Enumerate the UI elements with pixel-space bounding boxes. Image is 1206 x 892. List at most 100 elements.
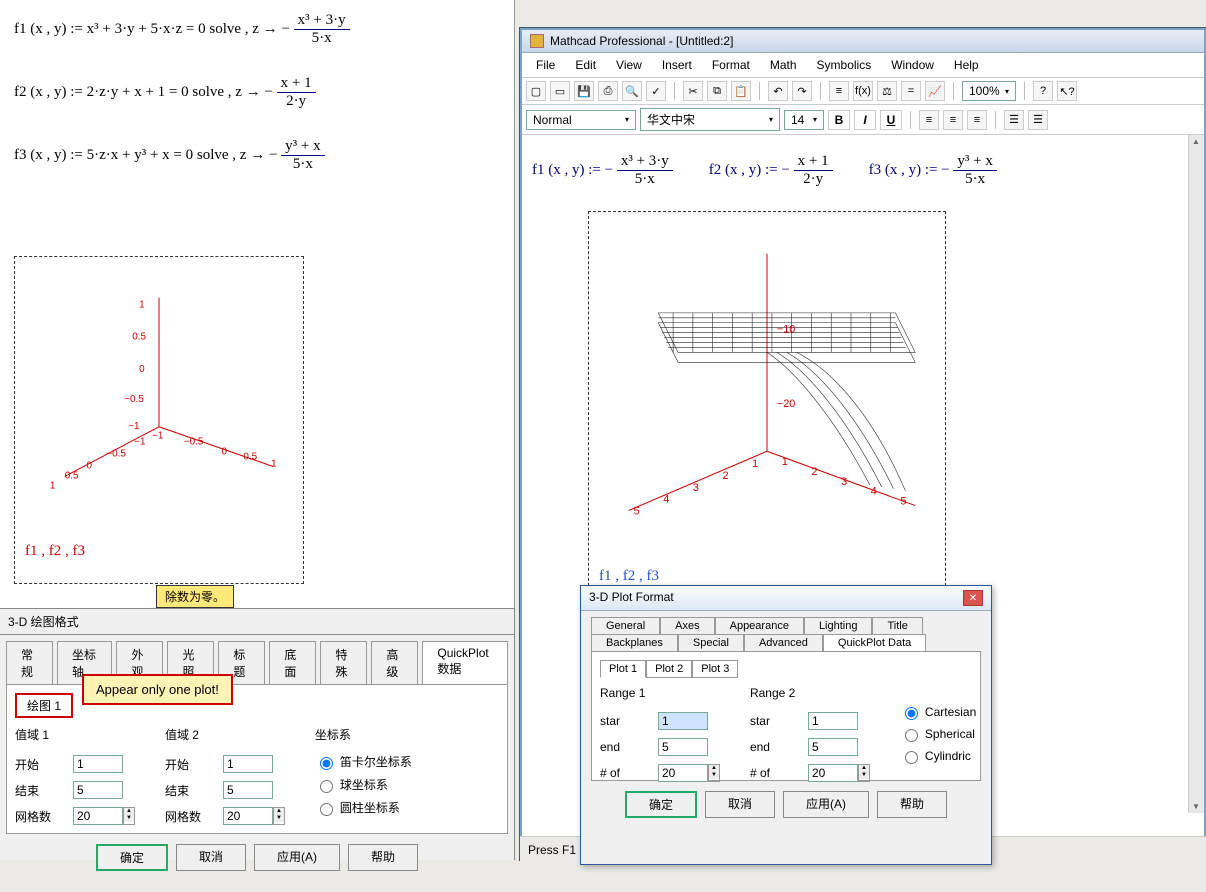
range1-start[interactable] [73,755,123,773]
radio-cylindrical-en[interactable]: Cylindric [900,748,976,764]
ok-button-en[interactable]: 确定 [625,791,697,818]
range1-group: 值域 1 开始 结束 网格数 ▲▼ [15,726,135,825]
eq-f3[interactable]: f3 (x , y) := 5·z·x + y³ + x = 0 solve ,… [14,138,500,173]
tab-backplanes[interactable]: 底面 [269,641,316,684]
apply-button-en[interactable]: 应用(A) [783,791,869,818]
radio-cylindrical[interactable]: 圆柱坐标系 [315,799,412,816]
range2-start[interactable] [223,755,273,773]
right-3d-plot[interactable]: −10 −20 12345 12345 f1 , f2 , f3 [588,211,946,611]
open-icon[interactable]: ▭ [550,81,570,101]
spin-buttons[interactable]: ▲▼ [273,807,285,825]
eq-f2[interactable]: f2 (x , y) := 2·z·y + x + 1 = 0 solve , … [14,75,500,110]
tab-special[interactable]: 特殊 [320,641,367,684]
ok-button[interactable]: 确定 [96,844,168,871]
tab-general[interactable]: 常规 [6,641,53,684]
eq-f3-right[interactable]: f3 (x , y) := − y³ + x5·x [869,153,997,188]
zoom-dropdown[interactable]: 100% [962,81,1016,101]
window-titlebar[interactable]: Mathcad Professional - [Untitled:2] [522,30,1204,53]
range1-end-en[interactable] [658,738,708,756]
spin-buttons[interactable]: ▲▼ [858,764,870,782]
tab-title-en[interactable]: Title [872,617,922,634]
menu-window[interactable]: Window [883,56,942,74]
help-icon[interactable]: ? [1033,81,1053,101]
tab-quickplot-data[interactable]: QuickPlot 数据 [422,641,508,684]
menu-insert[interactable]: Insert [654,56,700,74]
print-icon[interactable]: ⎙ [598,81,618,101]
fx-icon[interactable]: f(x) [853,81,873,101]
cancel-button-en[interactable]: 取消 [705,791,775,818]
pointer-help-icon[interactable]: ↖? [1057,81,1077,101]
range2-grid-en[interactable] [808,764,858,782]
menu-view[interactable]: View [608,56,650,74]
redo-icon[interactable]: ↷ [792,81,812,101]
align-icon[interactable]: ≡ [829,81,849,101]
sub-tab-plot3-en[interactable]: Plot 3 [692,660,738,678]
style-dropdown[interactable]: Normal [526,110,636,130]
tab-special-en[interactable]: Special [678,634,744,651]
plot-function-list[interactable]: f1 , f2 , f3 [15,537,303,566]
save-icon[interactable]: 💾 [574,81,594,101]
range2-start-en[interactable] [808,712,858,730]
help-button[interactable]: 帮助 [348,844,418,871]
font-dropdown[interactable]: 华文中宋 [640,108,780,131]
align-center-icon[interactable]: ≡ [943,110,963,130]
menu-math[interactable]: Math [762,56,805,74]
new-icon[interactable]: ▢ [526,81,546,101]
help-button-en[interactable]: 帮助 [877,791,947,818]
close-button[interactable]: ✕ [963,590,983,606]
sub-tab-plot1[interactable]: 绘图 1 [15,693,73,718]
spin-buttons[interactable]: ▲▼ [123,807,135,825]
tab-backplanes-en[interactable]: Backplanes [591,634,678,651]
range1-grid-en[interactable] [658,764,708,782]
menu-format[interactable]: Format [704,56,758,74]
calc-icon[interactable]: = [901,81,921,101]
bold-button[interactable]: B [828,110,850,130]
menu-file[interactable]: File [528,56,563,74]
tab-quickplotdata-en[interactable]: QuickPlot Data [823,634,926,651]
spin-buttons[interactable]: ▲▼ [708,764,720,782]
radio-cartesian-en[interactable]: Cartesian [900,704,976,720]
apply-button[interactable]: 应用(A) [254,844,340,871]
spell-icon[interactable]: ✓ [646,81,666,101]
tab-lighting-en[interactable]: Lighting [804,617,873,634]
cut-icon[interactable]: ✂ [683,81,703,101]
tab-advanced-en[interactable]: Advanced [744,634,823,651]
radio-spherical[interactable]: 球坐标系 [315,776,412,793]
eq-f1[interactable]: f1 (x , y) := x³ + 3·y + 5·x·z = 0 solve… [14,12,500,47]
range1-grid[interactable] [73,807,123,825]
paste-icon[interactable]: 📋 [731,81,751,101]
range1-start-en[interactable] [658,712,708,730]
menu-symbolics[interactable]: Symbolics [809,56,880,74]
chart-icon[interactable]: 📈 [925,81,945,101]
unit-icon[interactable]: ⚖ [877,81,897,101]
range1-end[interactable] [73,781,123,799]
align-right-icon[interactable]: ≡ [967,110,987,130]
vertical-scrollbar[interactable] [1188,135,1204,813]
tab-advanced[interactable]: 高级 [371,641,418,684]
sub-tab-plot2-en[interactable]: Plot 2 [646,660,692,678]
preview-icon[interactable]: 🔍 [622,81,642,101]
eq-f2-right[interactable]: f2 (x , y) := − x + 12·y [709,153,833,188]
underline-button[interactable]: U [880,110,902,130]
sub-tab-plot1-en[interactable]: Plot 1 [600,660,646,678]
tab-general-en[interactable]: General [591,617,660,634]
align-left-icon[interactable]: ≡ [919,110,939,130]
cancel-button[interactable]: 取消 [176,844,246,871]
undo-icon[interactable]: ↶ [768,81,788,101]
range2-grid[interactable] [223,807,273,825]
radio-spherical-en[interactable]: Spherical [900,726,976,742]
eq-f1-right[interactable]: f1 (x , y) := − x³ + 3·y5·x [532,153,673,188]
left-3d-plot[interactable]: 1 0.5 0 −0.5 −1 −1−0.500.51 −1−0.500.51 … [14,256,304,584]
bullets-icon[interactable]: ☰ [1004,110,1024,130]
numbering-icon[interactable]: ☰ [1028,110,1048,130]
font-size-dropdown[interactable]: 14 [784,110,824,130]
menu-help[interactable]: Help [946,56,987,74]
tab-appearance-en[interactable]: Appearance [715,617,804,634]
italic-button[interactable]: I [854,110,876,130]
copy-icon[interactable]: ⧉ [707,81,727,101]
range2-end[interactable] [223,781,273,799]
range2-end-en[interactable] [808,738,858,756]
radio-cartesian[interactable]: 笛卡尔坐标系 [315,753,412,770]
menu-edit[interactable]: Edit [567,56,604,74]
tab-axes-en[interactable]: Axes [660,617,714,634]
